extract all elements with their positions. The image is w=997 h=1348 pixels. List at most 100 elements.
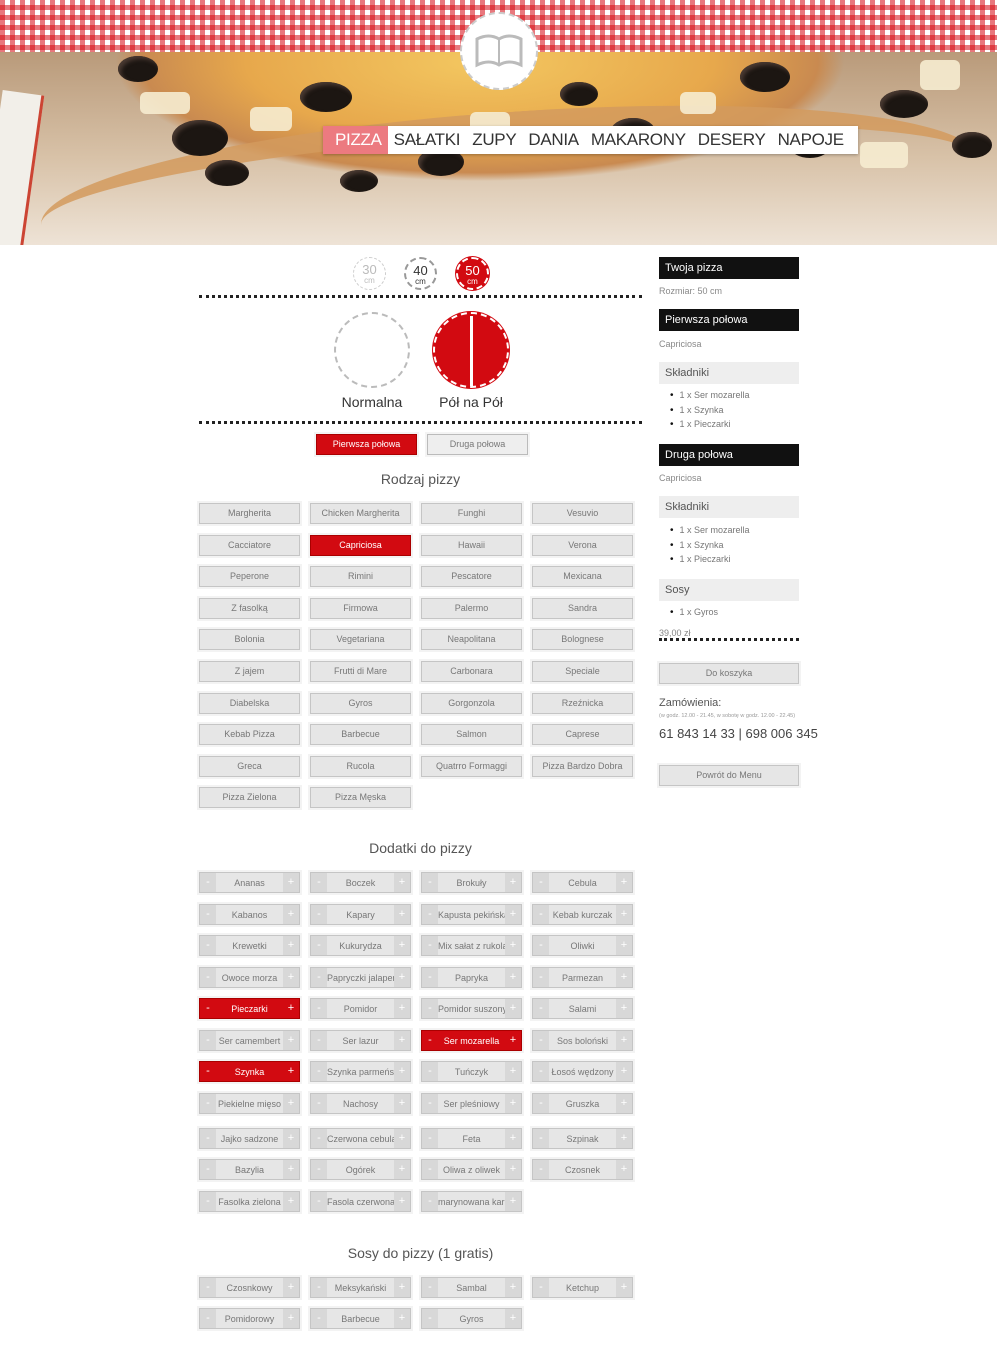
pizza-type-normal[interactable]: Normalna (332, 312, 412, 410)
pizza-option-greca[interactable]: Greca (199, 755, 300, 777)
plus-button[interactable]: + (394, 905, 410, 924)
plus-button[interactable]: + (283, 1031, 299, 1050)
minus-button[interactable]: - (533, 1062, 549, 1081)
minus-button[interactable]: - (200, 1094, 216, 1113)
plus-button[interactable]: + (283, 999, 299, 1018)
pizza-option-z-jajem[interactable]: Z jajem (199, 661, 300, 682)
minus-button[interactable]: - (200, 1160, 216, 1179)
pizza-option-verona[interactable]: Verona (532, 534, 633, 556)
pizza-option-chicken-margherita[interactable]: Chicken Margherita (310, 503, 411, 524)
minus-button[interactable]: - (533, 905, 549, 924)
pizza-option-salmon[interactable]: Salmon (421, 724, 522, 746)
minus-button[interactable]: - (200, 1062, 216, 1081)
minus-button[interactable]: - (533, 1160, 549, 1179)
minus-button[interactable]: - (422, 1129, 438, 1148)
pizza-option-rzeznicka[interactable]: Rzeźnicka (532, 692, 633, 714)
plus-button[interactable]: + (505, 968, 521, 987)
plus-button[interactable]: + (283, 1094, 299, 1113)
plus-button[interactable]: + (283, 1062, 299, 1081)
plus-button[interactable]: + (616, 873, 632, 892)
pizza-option-gorgonzola[interactable]: Gorgonzola (421, 692, 522, 714)
pizza-option-barbecue[interactable]: Barbecue (310, 724, 411, 746)
minus-button[interactable]: - (533, 936, 549, 955)
plus-button[interactable]: + (616, 999, 632, 1018)
minus-button[interactable]: - (422, 1031, 438, 1050)
plus-button[interactable]: + (394, 1031, 410, 1050)
plus-button[interactable]: + (505, 1160, 521, 1179)
pizza-option-pescatore[interactable]: Pescatore (421, 566, 522, 588)
plus-button[interactable]: + (616, 968, 632, 987)
plus-button[interactable]: + (505, 1094, 521, 1113)
pizza-option-capriciosa[interactable]: Capriciosa (310, 534, 411, 556)
plus-button[interactable]: + (394, 1160, 410, 1179)
minus-button[interactable]: - (200, 936, 216, 955)
pizza-option-firmowa[interactable]: Firmowa (310, 597, 411, 619)
pizza-option-bolonia[interactable]: Bolonia (199, 629, 300, 651)
plus-button[interactable]: + (394, 999, 410, 1018)
plus-button[interactable]: + (283, 1309, 299, 1328)
minus-button[interactable]: - (200, 999, 216, 1018)
plus-button[interactable]: + (505, 905, 521, 924)
pizza-option-cacciatore[interactable]: Cacciatore (199, 534, 300, 556)
minus-button[interactable]: - (422, 1160, 438, 1179)
minus-button[interactable]: - (200, 968, 216, 987)
pizza-option-quatrro-formaggi[interactable]: Quatrro Formaggi (421, 755, 522, 777)
plus-button[interactable]: + (394, 1129, 410, 1148)
pizza-option-bolognese[interactable]: Bolognese (532, 629, 633, 651)
back-to-menu-button[interactable]: Powrót do Menu (659, 765, 799, 786)
minus-button[interactable]: - (422, 936, 438, 955)
minus-button[interactable]: - (311, 1031, 327, 1050)
minus-button[interactable]: - (311, 1129, 327, 1148)
minus-button[interactable]: - (200, 1309, 216, 1328)
plus-button[interactable]: + (283, 1160, 299, 1179)
pizza-option-palermo[interactable]: Palermo (421, 597, 522, 619)
plus-button[interactable]: + (394, 968, 410, 987)
pizza-option-pizza-bardzo-dobra[interactable]: Pizza Bardzo Dobra (532, 755, 633, 777)
pizza-type-half[interactable]: Pół na Pół (431, 312, 511, 410)
pizza-option-frutti-di-mare[interactable]: Frutti di Mare (310, 661, 411, 682)
plus-button[interactable]: + (505, 1192, 521, 1211)
plus-button[interactable]: + (394, 1062, 410, 1081)
minus-button[interactable]: - (200, 905, 216, 924)
minus-button[interactable]: - (200, 1278, 216, 1297)
category-zupy[interactable]: ZUPY (466, 126, 522, 154)
plus-button[interactable]: + (505, 999, 521, 1018)
plus-button[interactable]: + (283, 1129, 299, 1148)
minus-button[interactable]: - (200, 1031, 216, 1050)
pizza-option-hawaii[interactable]: Hawaii (421, 534, 522, 556)
pizza-option-gyros[interactable]: Gyros (310, 692, 411, 714)
pizza-option-funghi[interactable]: Funghi (421, 503, 522, 524)
minus-button[interactable]: - (422, 1309, 438, 1328)
minus-button[interactable]: - (200, 1129, 216, 1148)
plus-button[interactable]: + (616, 1031, 632, 1050)
category-makarony[interactable]: MAKARONY (585, 126, 692, 154)
minus-button[interactable]: - (311, 873, 327, 892)
minus-button[interactable]: - (422, 1062, 438, 1081)
plus-button[interactable]: + (505, 1062, 521, 1081)
minus-button[interactable]: - (311, 1309, 327, 1328)
plus-button[interactable]: + (616, 936, 632, 955)
minus-button[interactable]: - (533, 968, 549, 987)
minus-button[interactable]: - (533, 1094, 549, 1113)
minus-button[interactable]: - (533, 1278, 549, 1297)
pizza-option-rimini[interactable]: Rimini (310, 566, 411, 588)
minus-button[interactable]: - (311, 1278, 327, 1297)
minus-button[interactable]: - (311, 968, 327, 987)
pizza-option-sandra[interactable]: Sandra (532, 597, 633, 619)
plus-button[interactable]: + (616, 1094, 632, 1113)
plus-button[interactable]: + (394, 873, 410, 892)
plus-button[interactable]: + (394, 1278, 410, 1297)
plus-button[interactable]: + (394, 1309, 410, 1328)
plus-button[interactable]: + (505, 1309, 521, 1328)
plus-button[interactable]: + (283, 968, 299, 987)
plus-button[interactable]: + (505, 1129, 521, 1148)
plus-button[interactable]: + (616, 1278, 632, 1297)
pizza-option-pizza-zielona[interactable]: Pizza Zielona (199, 787, 300, 809)
minus-button[interactable]: - (422, 1192, 438, 1211)
minus-button[interactable]: - (311, 1192, 327, 1211)
minus-button[interactable]: - (311, 905, 327, 924)
minus-button[interactable]: - (533, 999, 549, 1018)
plus-button[interactable]: + (283, 1278, 299, 1297)
minus-button[interactable]: - (533, 873, 549, 892)
minus-button[interactable]: - (311, 999, 327, 1018)
